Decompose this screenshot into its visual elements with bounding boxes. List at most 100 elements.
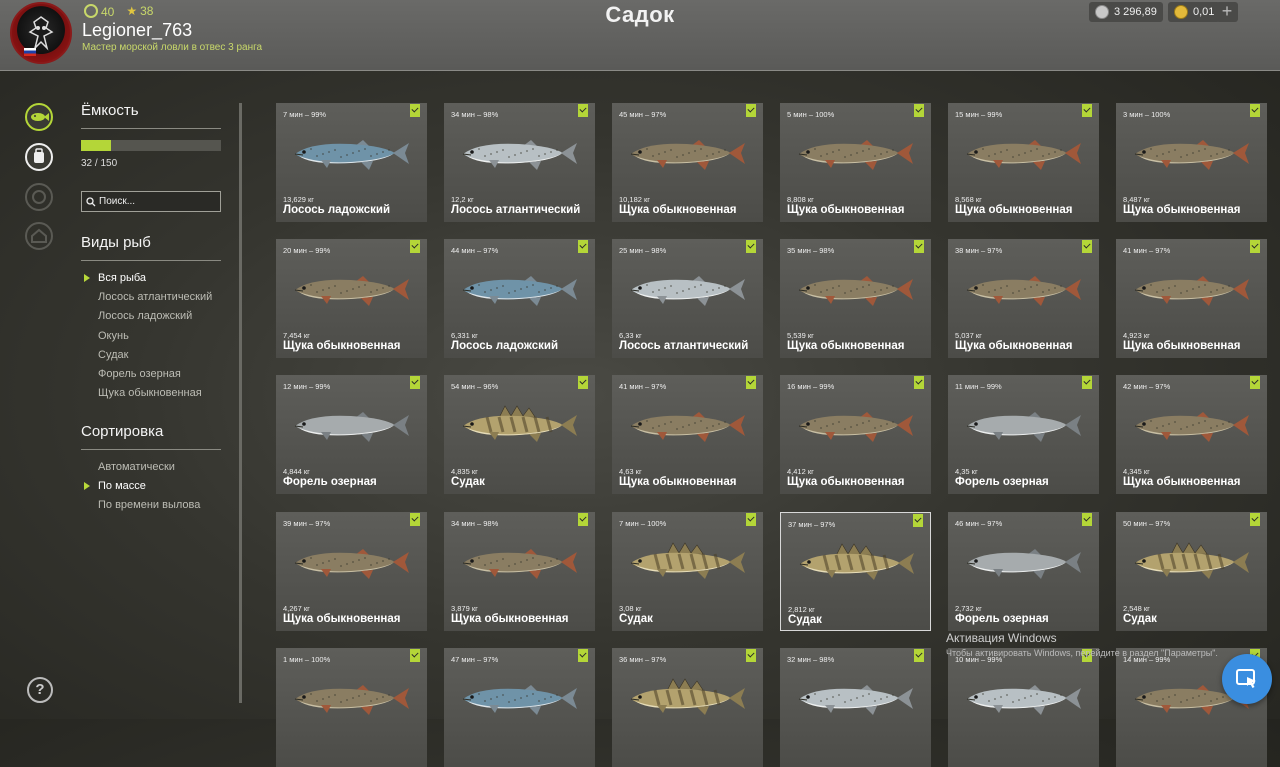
fish-name: Лосось атлантический bbox=[619, 340, 749, 352]
fish-picture bbox=[795, 130, 917, 181]
silver-value: 3 296,89 bbox=[1114, 6, 1157, 18]
fish-card[interactable]: 47 мин – 97% bbox=[444, 648, 595, 767]
fish-card[interactable]: 44 мин – 97% 6,331 кг Лосось ладожский bbox=[444, 239, 595, 358]
fish-picture bbox=[963, 539, 1085, 590]
help-button[interactable]: ? bbox=[27, 677, 53, 703]
gold-value: 0,01 bbox=[1193, 6, 1215, 18]
species-filter-item[interactable]: Вся рыба bbox=[83, 272, 212, 291]
fish-card[interactable]: 7 мин – 100% 3,08 кг Судак bbox=[612, 512, 763, 631]
screen-capture-button[interactable] bbox=[1222, 654, 1272, 704]
locked-tab[interactable] bbox=[25, 183, 53, 211]
fish-card[interactable]: 54 мин – 96% 4,835 кг Судак bbox=[444, 375, 595, 494]
divider bbox=[81, 260, 221, 261]
fish-card[interactable]: 11 мин – 99% 4,35 кг Форель озерная bbox=[948, 375, 1099, 494]
fish-card[interactable]: 39 мин – 97% 4,267 кг Щука обыкновенная bbox=[276, 512, 427, 631]
fish-image bbox=[462, 276, 577, 306]
fish-weight: 4,267 кг bbox=[283, 604, 310, 613]
add-currency-button[interactable]: + bbox=[1216, 2, 1238, 22]
catch-time-quality: 50 мин – 97% bbox=[1123, 519, 1171, 528]
screen-cursor-icon bbox=[1236, 669, 1256, 688]
fish-card[interactable]: 15 мин – 99% 8,568 кг Щука обыкновенная bbox=[948, 103, 1099, 222]
fish-card[interactable]: 38 мин – 97% 5,037 кг Щука обыкновенная bbox=[948, 239, 1099, 358]
sort-list: Автоматически По массе По времени вылова bbox=[83, 461, 200, 519]
catch-time-quality: 45 мин – 97% bbox=[619, 110, 667, 119]
fish-card[interactable]: 16 мин – 99% 4,412 кг Щука обыкновенная bbox=[780, 375, 931, 494]
fish-image bbox=[1134, 140, 1249, 170]
fish-weight: 7,454 кг bbox=[283, 331, 310, 340]
fish-card[interactable]: 37 мин – 97% 2,812 кг Судак bbox=[780, 512, 931, 631]
fish-name: Лосось ладожский bbox=[451, 340, 559, 352]
fish-card[interactable]: 41 мин – 97% 4,63 кг Щука обыкновенная bbox=[612, 375, 763, 494]
catch-time-quality: 46 мин – 97% bbox=[955, 519, 1003, 528]
fish-card[interactable]: 20 мин – 99% 7,454 кг Щука обыкновенная bbox=[276, 239, 427, 358]
gold-balance[interactable]: 0,01 bbox=[1168, 2, 1221, 22]
fish-card[interactable]: 34 мин – 98% 12,2 кг Лосось атлантический bbox=[444, 103, 595, 222]
sort-option[interactable]: Автоматически bbox=[98, 461, 200, 480]
fish-tab[interactable] bbox=[25, 103, 53, 131]
panel-scrollbar[interactable] bbox=[239, 103, 242, 703]
backpack-tab[interactable] bbox=[25, 143, 53, 171]
fish-image bbox=[1134, 412, 1249, 442]
fish-picture bbox=[963, 266, 1085, 317]
sort-option[interactable]: По времени вылова bbox=[98, 499, 200, 518]
capacity-bar bbox=[81, 140, 221, 151]
fish-image bbox=[1134, 276, 1249, 306]
fish-card[interactable]: 1 мин – 100% bbox=[276, 648, 427, 767]
checkmark-icon bbox=[410, 513, 420, 526]
fish-picture bbox=[1131, 539, 1253, 590]
catch-time-quality: 34 мин – 98% bbox=[451, 110, 499, 119]
species-filter-item[interactable]: Судак bbox=[98, 349, 212, 368]
fish-card[interactable]: 10 мин – 99% bbox=[948, 648, 1099, 767]
fish-picture bbox=[459, 130, 581, 181]
catch-time-quality: 20 мин – 99% bbox=[283, 246, 331, 255]
fish-card[interactable]: 46 мин – 97% 2,732 кг Форель озерная bbox=[948, 512, 1099, 631]
fish-weight: 4,412 кг bbox=[787, 467, 814, 476]
fish-card[interactable]: 42 мин – 97% 4,345 кг Щука обыкновенная bbox=[1116, 375, 1267, 494]
catch-time-quality: 7 мин – 99% bbox=[283, 110, 327, 119]
fish-image bbox=[798, 276, 913, 306]
fish-image bbox=[294, 140, 409, 170]
fish-card[interactable]: 5 мин – 100% 8,808 кг Щука обыкновенная bbox=[780, 103, 931, 222]
fish-picture bbox=[1131, 402, 1253, 453]
flag-icon bbox=[24, 48, 36, 56]
locked-icon bbox=[32, 190, 46, 204]
fish-image bbox=[294, 412, 409, 442]
species-filter-item[interactable]: Щука обыкновенная bbox=[98, 387, 212, 406]
fish-card[interactable]: 50 мин – 97% 2,548 кг Судак bbox=[1116, 512, 1267, 631]
species-filter-item[interactable]: Лосось ладожский bbox=[98, 310, 212, 329]
fish-weight: 13,629 кг bbox=[283, 195, 315, 204]
fish-card[interactable]: 45 мин – 97% 10,182 кг Щука обыкновенная bbox=[612, 103, 763, 222]
fish-image bbox=[966, 276, 1081, 306]
fish-card[interactable]: 3 мин – 100% 8,487 кг Щука обыкновенная bbox=[1116, 103, 1267, 222]
fish-card[interactable]: 7 мин – 99% 13,629 кг Лосось ладожский bbox=[276, 103, 427, 222]
species-filter-item[interactable]: Лосось атлантический bbox=[98, 291, 212, 310]
silver-balance[interactable]: 3 296,89 bbox=[1089, 2, 1163, 22]
fish-image bbox=[630, 276, 745, 306]
catch-time-quality: 44 мин – 97% bbox=[451, 246, 499, 255]
home-tab[interactable] bbox=[25, 222, 53, 250]
fish-image bbox=[462, 549, 577, 579]
fish-card[interactable]: 36 мин – 97% bbox=[612, 648, 763, 767]
checkmark-icon bbox=[1082, 240, 1092, 253]
fish-name: Щука обыкновенная bbox=[451, 613, 569, 625]
fish-card[interactable]: 32 мин – 98% bbox=[780, 648, 931, 767]
divider bbox=[81, 449, 221, 450]
fish-card[interactable]: 25 мин – 98% 6,33 кг Лосось атлантический bbox=[612, 239, 763, 358]
fish-card[interactable]: 35 мин – 98% 5,539 кг Щука обыкновенная bbox=[780, 239, 931, 358]
fish-card[interactable]: 12 мин – 99% 4,844 кг Форель озерная bbox=[276, 375, 427, 494]
fish-image bbox=[798, 685, 913, 715]
fish-weight: 6,331 кг bbox=[451, 331, 478, 340]
fish-image bbox=[294, 549, 409, 579]
species-title: Виды рыб bbox=[81, 234, 151, 251]
fish-image bbox=[630, 140, 745, 170]
species-filter-item[interactable]: Окунь bbox=[98, 330, 212, 349]
species-filter-item[interactable]: Форель озерная bbox=[98, 368, 212, 387]
gold-coin-icon bbox=[1174, 5, 1188, 19]
sort-option[interactable]: По массе bbox=[83, 480, 200, 499]
fish-weight: 2,548 кг bbox=[1123, 604, 1150, 613]
catch-time-quality: 1 мин – 100% bbox=[283, 655, 331, 664]
fish-card[interactable]: 41 мин – 97% 4,923 кг Щука обыкновенная bbox=[1116, 239, 1267, 358]
fish-card[interactable]: 34 мин – 98% 3,879 кг Щука обыкновенная bbox=[444, 512, 595, 631]
search-input[interactable]: Поиск... bbox=[81, 191, 221, 212]
checkmark-icon bbox=[1082, 376, 1092, 389]
